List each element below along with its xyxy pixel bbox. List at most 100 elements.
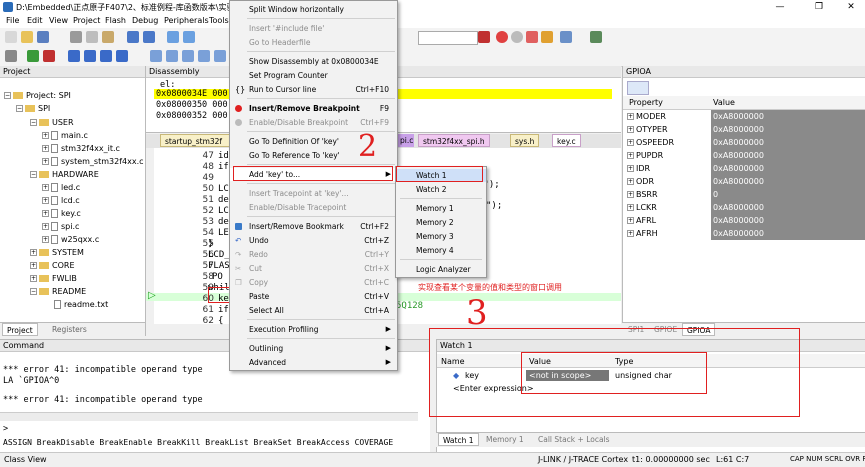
tree-target[interactable]: − SPI — [16, 104, 50, 113]
run-to-cursor-icon[interactable] — [116, 50, 128, 62]
registers-window-icon[interactable] — [198, 50, 210, 62]
gpioa-row-value[interactable]: 0xA8000000 — [713, 125, 764, 134]
gpioa-row-value[interactable]: 0xA8000000 — [713, 112, 764, 121]
gpioa-row[interactable]: + OTYPER — [627, 125, 668, 134]
gpioa-row[interactable]: + AFRH — [627, 229, 658, 238]
tree-file[interactable]: + system_stm32f4xx.c — [42, 157, 144, 166]
gpioa-row-value[interactable]: 0xA8000000 — [713, 177, 764, 186]
nav-forward-icon[interactable] — [183, 31, 195, 43]
menu-project[interactable]: Project — [73, 16, 100, 25]
menu-item-advanced[interactable]: Advanced ▶ — [230, 356, 397, 369]
gpioa-row[interactable]: + MODER — [627, 112, 666, 121]
menu-item-redo[interactable]: ↷ Redo Ctrl+Y — [230, 248, 397, 261]
collapse-icon[interactable]: − — [30, 288, 37, 295]
config-icon[interactable] — [590, 31, 602, 43]
menu-item-insert-tracepoint[interactable]: Insert Tracepoint at 'key'... — [230, 187, 397, 200]
tree-file[interactable]: + main.c — [42, 131, 88, 140]
command-window-icon[interactable] — [150, 50, 162, 62]
tree-file[interactable]: + led.c — [42, 183, 80, 192]
gpioa-row-value[interactable]: 0xA8000000 — [713, 229, 764, 238]
tab-startup[interactable]: startup_stm32f — [160, 134, 230, 147]
menu-item-insert-include[interactable]: Insert '#include file' — [230, 22, 397, 35]
step-out-icon[interactable] — [100, 50, 112, 62]
menu-view[interactable]: View — [49, 16, 68, 25]
menu-file[interactable]: File — [6, 16, 19, 25]
menu-tools[interactable]: Tools — [209, 16, 229, 25]
maximize-button[interactable]: ❐ — [806, 0, 832, 14]
tree-root[interactable]: − Project: SPI — [4, 91, 71, 100]
tree-file[interactable]: + lcd.c — [42, 196, 80, 205]
submenu-watch2[interactable]: Watch 2 — [396, 183, 486, 196]
gpioa-row-value[interactable]: 0xA8000000 — [713, 216, 764, 225]
submenu-memory2[interactable]: Memory 2 — [396, 216, 486, 229]
menu-item-split-window[interactable]: Split Window horizontally — [230, 3, 397, 16]
undo-icon[interactable] — [127, 31, 139, 43]
open-file-icon[interactable] — [21, 31, 33, 43]
menu-item-copy[interactable]: ❐ Copy Ctrl+C — [230, 276, 397, 289]
gpioa-row-value[interactable]: 0xA8000000 — [713, 138, 764, 147]
menu-item-outlining[interactable]: Outlining ▶ — [230, 342, 397, 355]
collapse-icon[interactable]: − — [30, 171, 37, 178]
new-file-icon[interactable] — [5, 31, 17, 43]
tab-registers[interactable]: Registers — [48, 323, 91, 336]
menu-item-undo[interactable]: ↶ Undo Ctrl+Z — [230, 234, 397, 247]
submenu-memory1[interactable]: Memory 1 — [396, 202, 486, 215]
step-over-icon[interactable] — [84, 50, 96, 62]
tree-folder-hardware[interactable]: − HARDWARE — [30, 170, 99, 179]
menu-item-go-to-headerfile[interactable]: Go to Headerfile — [230, 36, 397, 49]
command-prompt[interactable]: > — [3, 424, 8, 434]
tree-folder-user[interactable]: − USER — [30, 118, 74, 127]
tab-watch1[interactable]: Watch 1 — [438, 433, 479, 446]
tab-stm32f4xx-spi-h[interactable]: stm32f4xx_spi.h — [418, 134, 490, 147]
menu-item-enable-tracepoint[interactable]: Enable/Disable Tracepoint — [230, 201, 397, 214]
gpioa-row-value[interactable]: 0 — [713, 190, 718, 199]
menu-item-insert-bookmark[interactable]: Insert/Remove Bookmark Ctrl+F2 — [230, 220, 397, 233]
paste-icon[interactable] — [102, 31, 114, 43]
kill-breakpoints-icon[interactable] — [526, 31, 538, 43]
submenu-memory3[interactable]: Memory 3 — [396, 230, 486, 243]
expand-icon[interactable]: + — [30, 249, 37, 256]
gpioa-row[interactable]: + ODR — [627, 177, 654, 186]
gpioa-row[interactable]: + IDR — [627, 164, 650, 173]
tab-call-stack[interactable]: Call Stack + Locals — [534, 433, 614, 446]
submenu-memory4[interactable]: Memory 4 — [396, 244, 486, 257]
menu-item-enable-breakpoint[interactable]: Enable/Disable Breakpoint Ctrl+F9 — [230, 116, 397, 129]
gpioa-row[interactable]: + AFRL — [627, 216, 656, 225]
menu-item-set-program-counter[interactable]: Set Program Counter — [230, 69, 397, 82]
status-class-view[interactable]: Class View — [4, 455, 47, 464]
menu-edit[interactable]: Edit — [27, 16, 43, 25]
save-icon[interactable] — [37, 31, 49, 43]
breakpoint-icon[interactable] — [496, 31, 508, 43]
tab-project[interactable]: Project — [2, 323, 38, 336]
menu-item-paste[interactable]: Paste Ctrl+V — [230, 290, 397, 303]
breakpoint-disabled-icon[interactable] — [511, 31, 523, 43]
find-combo[interactable] — [418, 31, 478, 45]
tree-file[interactable]: + w25qxx.c — [42, 235, 99, 244]
gpioa-row-value[interactable]: 0xA8000000 — [713, 151, 764, 160]
cut-icon[interactable] — [70, 31, 82, 43]
menu-item-cut[interactable]: ✂ Cut Ctrl+X — [230, 262, 397, 275]
tree-folder-system[interactable]: + SYSTEM — [30, 248, 84, 257]
menu-item-insert-breakpoint[interactable]: Insert/Remove Breakpoint F9 — [230, 102, 397, 115]
collapse-icon[interactable]: − — [16, 105, 23, 112]
menu-debug[interactable]: Debug — [132, 16, 158, 25]
tab-memory1[interactable]: Memory 1 — [482, 433, 528, 446]
tree-file[interactable]: + key.c — [42, 209, 81, 218]
nav-back-icon[interactable] — [167, 31, 179, 43]
command-scrollbar[interactable] — [0, 412, 418, 421]
tree-folder-core[interactable]: + CORE — [30, 261, 75, 270]
run-icon[interactable] — [27, 50, 39, 62]
expand-icon[interactable]: + — [30, 262, 37, 269]
tree-file[interactable]: readme.txt — [54, 300, 108, 309]
symbols-window-icon[interactable] — [182, 50, 194, 62]
gpioa-row[interactable]: + OSPEEDR — [627, 138, 674, 147]
windows-icon[interactable] — [560, 31, 572, 43]
submenu-logic-analyzer[interactable]: Logic Analyzer — [396, 263, 486, 276]
gpioa-row-value[interactable]: 0xA8000000 — [713, 203, 764, 212]
call-stack-window-icon[interactable] — [214, 50, 226, 62]
menu-item-execution-profiling[interactable]: Execution Profiling ▶ — [230, 323, 397, 336]
menu-item-run-to-cursor[interactable]: {} Run to Cursor line Ctrl+F10 — [230, 83, 397, 96]
disassembly-window-icon[interactable] — [166, 50, 178, 62]
gpioa-row-value[interactable]: 0xA8000000 — [713, 164, 764, 173]
tree-file[interactable]: + spi.c — [42, 222, 79, 231]
